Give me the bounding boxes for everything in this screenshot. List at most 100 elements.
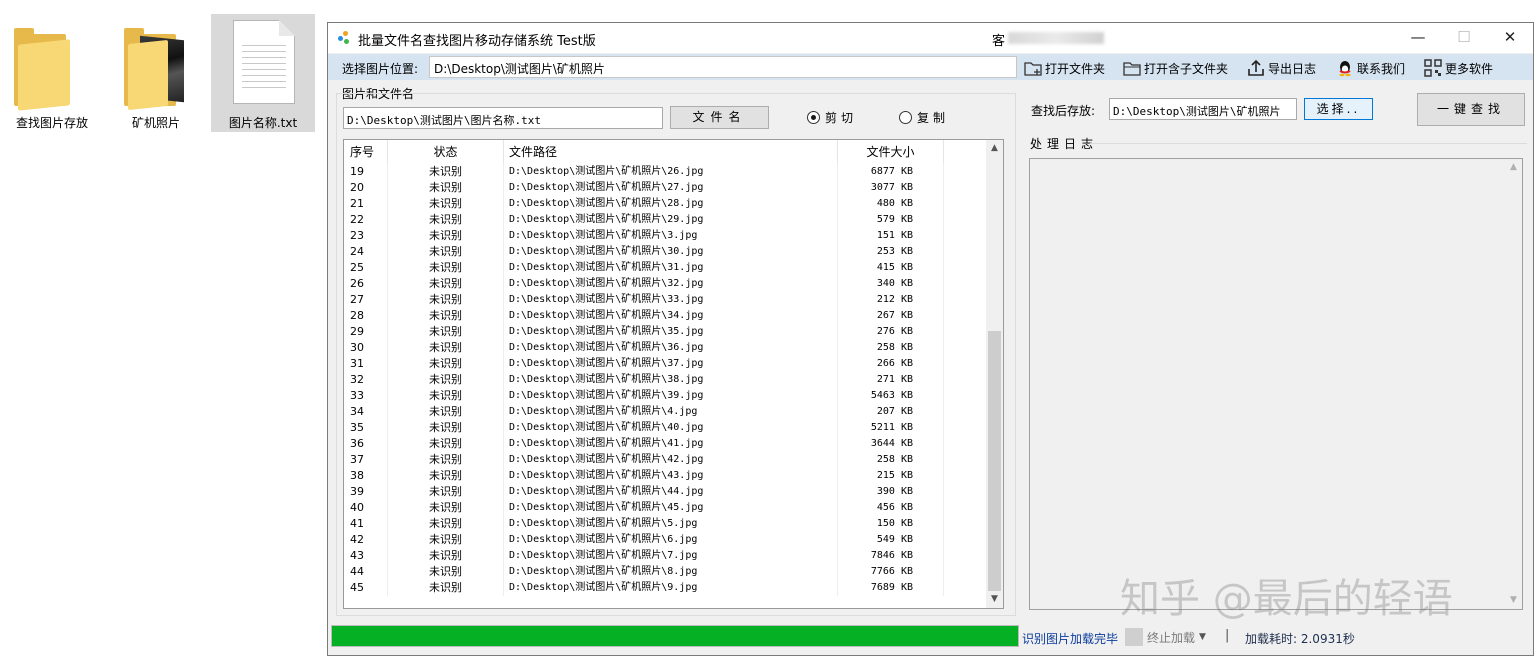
cell-path: D:\Desktop\测试图片\矿机照片\8.jpg bbox=[504, 564, 838, 580]
table-row[interactable]: 35 未识别 D:\Desktop\测试图片\矿机照片\40.jpg 5211 KB bbox=[344, 420, 988, 436]
image-location-input[interactable]: D:\Desktop\测试图片\矿机照片 bbox=[429, 56, 1017, 78]
minimize-icon[interactable]: — bbox=[1395, 23, 1441, 53]
stop-loading-button[interactable]: 终止加载 ▼ bbox=[1125, 627, 1213, 647]
cell-size: 215 KB bbox=[838, 468, 944, 484]
table-row[interactable]: 37 未识别 D:\Desktop\测试图片\矿机照片\42.jpg 258 KB bbox=[344, 452, 988, 468]
radio-copy-label: 复制 bbox=[917, 111, 950, 125]
desktop-file-image-names[interactable]: 图片名称.txt bbox=[211, 14, 315, 132]
cell-size: 390 KB bbox=[838, 484, 944, 500]
save-location-label: 查找后存放: bbox=[1031, 104, 1096, 118]
save-location-input[interactable]: D:\Desktop\测试图片\矿机照片 bbox=[1109, 98, 1297, 120]
cell-index: 19 bbox=[344, 164, 388, 180]
table-row[interactable]: 40 未识别 D:\Desktop\测试图片\矿机照片\45.jpg 456 KB bbox=[344, 500, 988, 516]
table-row[interactable]: 44 未识别 D:\Desktop\测试图片\矿机照片\8.jpg 7766 KB bbox=[344, 564, 988, 580]
table-row[interactable]: 42 未识别 D:\Desktop\测试图片\矿机照片\6.jpg 549 KB bbox=[344, 532, 988, 548]
contact-us-label: 联系我们 bbox=[1357, 61, 1406, 76]
cell-path: D:\Desktop\测试图片\矿机照片\36.jpg bbox=[504, 340, 838, 356]
cell-size: 207 KB bbox=[838, 404, 944, 420]
cell-path: D:\Desktop\测试图片\矿机照片\30.jpg bbox=[504, 244, 838, 260]
cell-status: 未识别 bbox=[388, 580, 504, 596]
open-folder-icon bbox=[1024, 59, 1042, 77]
cell-path: D:\Desktop\测试图片\矿机照片\34.jpg bbox=[504, 308, 838, 324]
export-log-button[interactable]: 导出日志 bbox=[1247, 58, 1316, 78]
open-subfolder-button[interactable]: 打开含子文件夹 bbox=[1123, 58, 1228, 78]
table-row[interactable]: 26 未识别 D:\Desktop\测试图片\矿机照片\32.jpg 340 KB bbox=[344, 276, 988, 292]
cell-size: 7766 KB bbox=[838, 564, 944, 580]
cell-size: 7846 KB bbox=[838, 548, 944, 564]
table-row[interactable]: 27 未识别 D:\Desktop\测试图片\矿机照片\33.jpg 212 KB bbox=[344, 292, 988, 308]
cell-index: 43 bbox=[344, 548, 388, 564]
table-row[interactable]: 33 未识别 D:\Desktop\测试图片\矿机照片\39.jpg 5463 KB bbox=[344, 388, 988, 404]
table-row[interactable]: 45 未识别 D:\Desktop\测试图片\矿机照片\9.jpg 7689 KB bbox=[344, 580, 988, 596]
col-path[interactable]: 文件路径 bbox=[504, 140, 838, 164]
table-row[interactable]: 19 未识别 D:\Desktop\测试图片\矿机照片\26.jpg 6877 KB bbox=[344, 164, 988, 180]
col-status[interactable]: 状态 bbox=[388, 140, 504, 164]
contact-us-button[interactable]: 联系我们 bbox=[1336, 58, 1405, 78]
name-file-input[interactable]: D:\Desktop\测试图片\图片名称.txt bbox=[343, 107, 663, 129]
col-size[interactable]: 文件大小 bbox=[838, 140, 944, 164]
scroll-down-icon[interactable]: ▼ bbox=[986, 591, 1003, 608]
title-bar[interactable]: 批量文件名查找图片移动存储系统 Test版 客 — ☐ ✕ bbox=[328, 23, 1533, 53]
desktop-folder-miner-photos[interactable]: 矿机照片 bbox=[104, 14, 208, 132]
one-click-search-button[interactable]: 一键查找 bbox=[1417, 93, 1525, 126]
table-row[interactable]: 29 未识别 D:\Desktop\测试图片\矿机照片\35.jpg 276 KB bbox=[344, 324, 988, 340]
col-index[interactable]: 序号 bbox=[344, 140, 388, 164]
desktop-folder-find-images[interactable]: 查找图片存放 bbox=[0, 14, 104, 132]
window-title: 批量文件名查找图片移动存储系统 Test版 bbox=[358, 34, 596, 49]
choose-button[interactable]: 选择.. bbox=[1304, 98, 1373, 120]
log-scroll-down-icon[interactable]: ▼ bbox=[1505, 592, 1522, 609]
table-row[interactable]: 39 未识别 D:\Desktop\测试图片\矿机照片\44.jpg 390 KB bbox=[344, 484, 988, 500]
table-row[interactable]: 23 未识别 D:\Desktop\测试图片\矿机照片\3.jpg 151 KB bbox=[344, 228, 988, 244]
text-file-icon bbox=[233, 20, 295, 104]
table-row[interactable]: 22 未识别 D:\Desktop\测试图片\矿机照片\29.jpg 579 KB bbox=[344, 212, 988, 228]
table-row[interactable]: 20 未识别 D:\Desktop\测试图片\矿机照片\27.jpg 3077 KB bbox=[344, 180, 988, 196]
close-icon[interactable]: ✕ bbox=[1487, 23, 1533, 53]
scroll-thumb[interactable] bbox=[988, 330, 1001, 591]
more-software-button[interactable]: 更多软件 bbox=[1424, 58, 1493, 78]
file-table[interactable]: 序号 状态 文件路径 文件大小 19 未识别 D:\Desktop\测试图片\矿机照… bbox=[343, 139, 1004, 609]
blurred-contact bbox=[1008, 32, 1104, 44]
cell-status: 未识别 bbox=[388, 372, 504, 388]
cell-status: 未识别 bbox=[388, 388, 504, 404]
cell-path: D:\Desktop\测试图片\矿机照片\35.jpg bbox=[504, 324, 838, 340]
table-row[interactable]: 28 未识别 D:\Desktop\测试图片\矿机照片\34.jpg 267 KB bbox=[344, 308, 988, 324]
radio-cut[interactable]: 剪切 bbox=[807, 109, 857, 126]
table-row[interactable]: 32 未识别 D:\Desktop\测试图片\矿机照片\38.jpg 271 KB bbox=[344, 372, 988, 388]
table-row[interactable]: 36 未识别 D:\Desktop\测试图片\矿机照片\41.jpg 3644 KB bbox=[344, 436, 988, 452]
radio-cut-label: 剪切 bbox=[825, 111, 858, 125]
table-scrollbar[interactable]: ▲ ▼ bbox=[986, 140, 1003, 608]
table-row[interactable]: 30 未识别 D:\Desktop\测试图片\矿机照片\36.jpg 258 KB bbox=[344, 340, 988, 356]
table-row[interactable]: 31 未识别 D:\Desktop\测试图片\矿机照片\37.jpg 266 KB bbox=[344, 356, 988, 372]
table-row[interactable]: 38 未识别 D:\Desktop\测试图片\矿机照片\43.jpg 215 KB bbox=[344, 468, 988, 484]
table-row[interactable]: 24 未识别 D:\Desktop\测试图片\矿机照片\30.jpg 253 KB bbox=[344, 244, 988, 260]
maximize-icon[interactable]: ☐ bbox=[1441, 23, 1487, 53]
cell-size: 258 KB bbox=[838, 452, 944, 468]
cell-status: 未识别 bbox=[388, 516, 504, 532]
cell-path: D:\Desktop\测试图片\矿机照片\37.jpg bbox=[504, 356, 838, 372]
table-row[interactable]: 43 未识别 D:\Desktop\测试图片\矿机照片\7.jpg 7846 KB bbox=[344, 548, 988, 564]
load-progress-bar bbox=[331, 625, 1019, 647]
status-bar: 识别图片加载完毕 终止加载 ▼ | 加载耗时: 2.0931秒 bbox=[328, 623, 1533, 655]
scroll-up-icon[interactable]: ▲ bbox=[986, 140, 1003, 157]
cell-index: 37 bbox=[344, 452, 388, 468]
cell-size: 266 KB bbox=[838, 356, 944, 372]
open-subfolder-icon bbox=[1123, 59, 1141, 77]
open-folder-button[interactable]: 打开文件夹 bbox=[1024, 58, 1105, 78]
table-row[interactable]: 41 未识别 D:\Desktop\测试图片\矿机照片\5.jpg 150 KB bbox=[344, 516, 988, 532]
cell-index: 41 bbox=[344, 516, 388, 532]
table-row[interactable]: 21 未识别 D:\Desktop\测试图片\矿机照片\28.jpg 480 KB bbox=[344, 196, 988, 212]
cell-size: 415 KB bbox=[838, 260, 944, 276]
cell-status: 未识别 bbox=[388, 436, 504, 452]
log-scroll-up-icon[interactable]: ▲ bbox=[1505, 159, 1522, 176]
cell-path: D:\Desktop\测试图片\矿机照片\41.jpg bbox=[504, 436, 838, 452]
status-separator: | bbox=[1225, 628, 1230, 643]
file-name-button[interactable]: 文件名 bbox=[670, 106, 769, 129]
cell-index: 25 bbox=[344, 260, 388, 276]
log-textarea[interactable]: ▲ ▼ bbox=[1029, 158, 1523, 610]
cell-status: 未识别 bbox=[388, 180, 504, 196]
log-scrollbar[interactable]: ▲ ▼ bbox=[1505, 159, 1522, 609]
cell-size: 340 KB bbox=[838, 276, 944, 292]
table-row[interactable]: 34 未识别 D:\Desktop\测试图片\矿机照片\4.jpg 207 KB bbox=[344, 404, 988, 420]
radio-copy[interactable]: 复制 bbox=[899, 109, 949, 126]
table-row[interactable]: 25 未识别 D:\Desktop\测试图片\矿机照片\31.jpg 415 KB bbox=[344, 260, 988, 276]
